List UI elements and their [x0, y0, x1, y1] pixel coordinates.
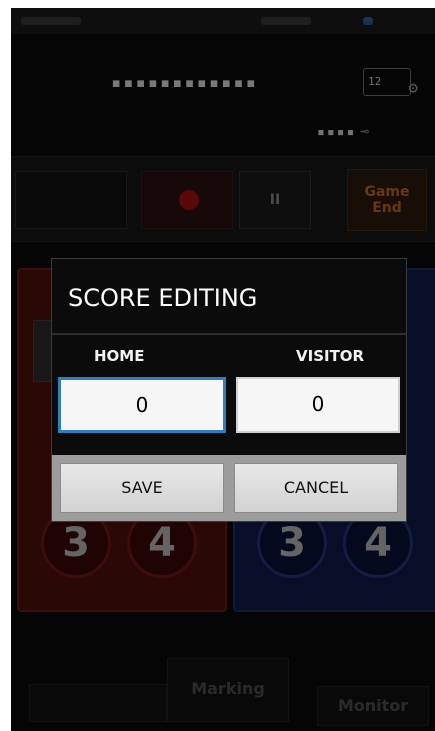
dialog-divider — [52, 333, 406, 335]
score-editing-dialog: SCORE EDITING HOME VISITOR 0 0 SAVE CANC… — [51, 258, 407, 522]
visitor-score-input[interactable]: 0 — [236, 377, 400, 433]
dialog-button-bar: SAVE CANCEL — [52, 455, 406, 521]
app-screen: ▪▪▪▪▪▪▪▪▪▪▪▪ 12 ⚙ ▪▪▪▪ ⊸ II Game End 3 4 3… — [11, 8, 435, 731]
cancel-button[interactable]: CANCEL — [234, 463, 398, 513]
save-button[interactable]: SAVE — [60, 463, 224, 513]
visitor-label: VISITOR — [296, 347, 365, 365]
dialog-title: SCORE EDITING — [68, 284, 258, 312]
home-score-input[interactable]: 0 — [58, 377, 226, 433]
home-label: HOME — [94, 347, 145, 365]
